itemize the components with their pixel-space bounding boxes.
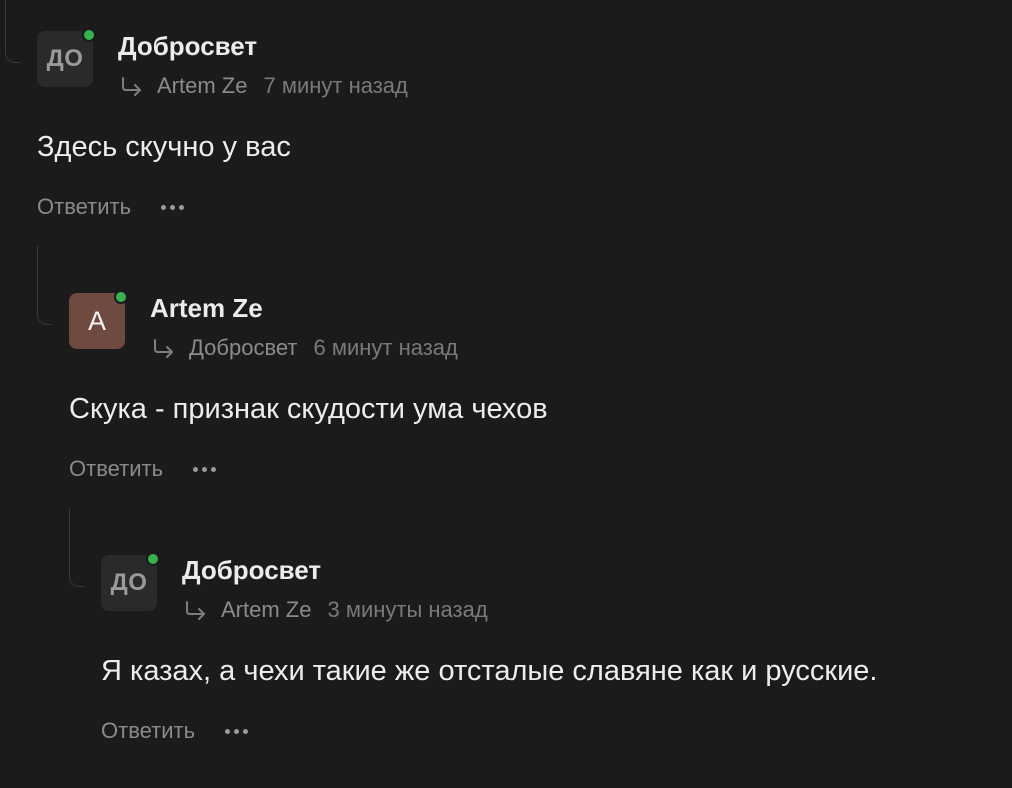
reply-to-user[interactable]: Artem Ze bbox=[157, 73, 247, 99]
more-options-icon[interactable] bbox=[161, 201, 185, 214]
comment-timestamp[interactable]: 7 минут назад bbox=[263, 73, 407, 99]
comment-author[interactable]: Добросвет bbox=[118, 31, 257, 62]
reply-arrow-icon bbox=[186, 601, 205, 620]
reply-to-user[interactable]: Artem Ze bbox=[221, 597, 311, 623]
comment-actions: Ответить bbox=[101, 718, 249, 744]
more-options-icon[interactable] bbox=[225, 725, 249, 738]
reply-button[interactable]: Ответить bbox=[69, 456, 163, 482]
comment-text: Скука - признак скудости ума чехов bbox=[69, 393, 548, 425]
avatar-initials: ДО bbox=[46, 45, 84, 72]
thread-connector-line bbox=[37, 246, 52, 325]
reply-button[interactable]: Ответить bbox=[37, 194, 131, 220]
reply-button[interactable]: Ответить bbox=[101, 718, 195, 744]
comment-thread: ДО Добросвет Artem Ze 7 минут назад Здес… bbox=[0, 0, 1012, 788]
reply-arrow-icon bbox=[154, 339, 173, 358]
online-status-dot bbox=[82, 28, 96, 42]
comment-meta: Добросвет 6 минут назад bbox=[151, 335, 458, 361]
comment-author[interactable]: Добросвет bbox=[182, 555, 321, 586]
avatar[interactable]: A bbox=[69, 290, 128, 349]
thread-connector-line bbox=[69, 508, 84, 587]
avatar-initials: A bbox=[87, 305, 106, 336]
avatar-initials: ДО bbox=[110, 569, 148, 596]
more-options-icon[interactable] bbox=[193, 463, 217, 476]
comment-text: Я казах, а чехи такие же отсталые славян… bbox=[101, 655, 878, 687]
avatar[interactable]: ДО bbox=[101, 552, 160, 611]
comment-text: Здесь скучно у вас bbox=[37, 131, 291, 163]
comment-meta: Artem Ze 7 минут назад bbox=[119, 73, 408, 99]
comment-timestamp[interactable]: 3 минуты назад bbox=[327, 597, 487, 623]
online-status-dot bbox=[146, 552, 160, 566]
comment-actions: Ответить bbox=[37, 194, 185, 220]
comment-timestamp[interactable]: 6 минут назад bbox=[313, 335, 457, 361]
avatar[interactable]: ДО bbox=[37, 28, 96, 87]
reply-arrow-icon bbox=[122, 77, 141, 96]
thread-connector-line bbox=[5, 0, 20, 63]
comment-author[interactable]: Artem Ze bbox=[150, 293, 263, 324]
comment-actions: Ответить bbox=[69, 456, 217, 482]
online-status-dot bbox=[114, 290, 128, 304]
reply-to-user[interactable]: Добросвет bbox=[189, 335, 297, 361]
comment-meta: Artem Ze 3 минуты назад bbox=[183, 597, 488, 623]
